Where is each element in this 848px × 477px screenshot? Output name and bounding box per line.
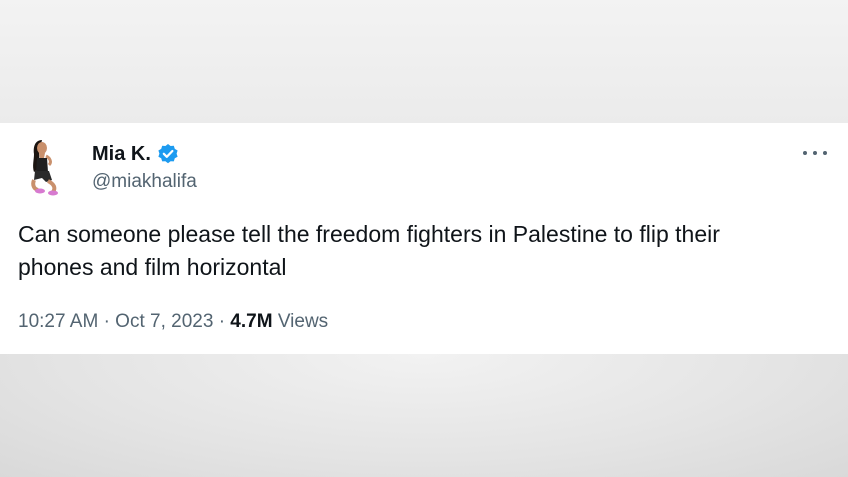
display-name-text[interactable]: Mia K. (92, 142, 151, 166)
views-count[interactable]: 4.7M (230, 311, 272, 332)
tweet-text-line-1: Can someone please tell the freedom figh… (18, 221, 720, 247)
more-dot (803, 151, 807, 155)
user-display-name[interactable]: Mia K. (92, 142, 179, 166)
more-options-icon[interactable] (803, 145, 827, 161)
more-dot (813, 151, 817, 155)
meta-separator: · (103, 311, 110, 332)
background-bottom (0, 354, 848, 477)
views-label[interactable]: Views (278, 311, 328, 332)
more-dot (823, 151, 827, 155)
user-handle[interactable]: @miakhalifa (92, 170, 197, 194)
tweet-text: Can someone please tell the freedom figh… (18, 218, 818, 284)
tweet-meta: 10:27 AM · Oct 7, 2023 · 4.7M Views (18, 310, 328, 334)
tweet-text-line-2: phones and film horizontal (18, 254, 287, 280)
background-top (0, 0, 848, 123)
verified-badge-icon[interactable] (157, 143, 179, 165)
tweet-time[interactable]: 10:27 AM (18, 311, 98, 332)
tweet-date[interactable]: Oct 7, 2023 (115, 311, 213, 332)
avatar[interactable] (22, 138, 66, 198)
meta-separator: · (218, 311, 226, 332)
